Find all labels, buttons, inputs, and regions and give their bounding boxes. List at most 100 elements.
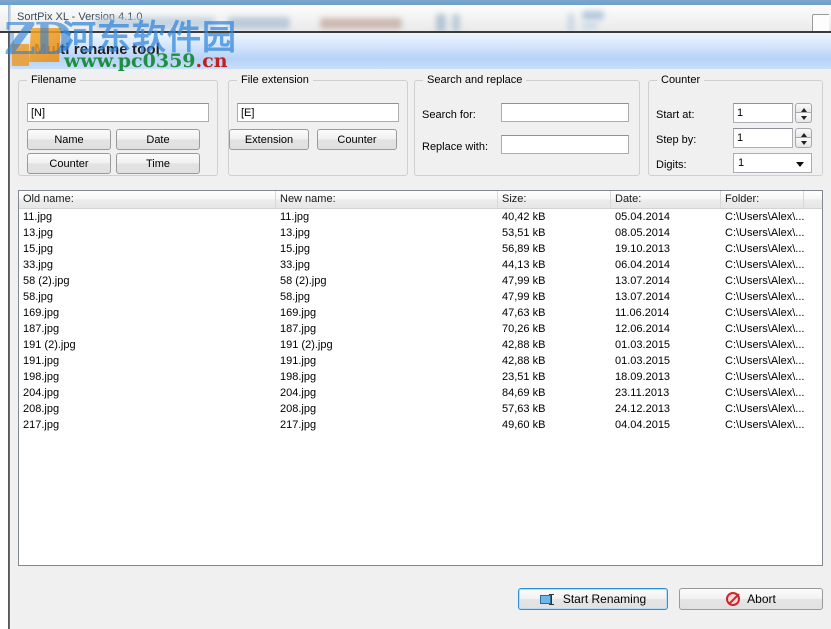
cell-size: 49,60 kB [502,419,546,431]
cell-old-name: 15.jpg [23,243,53,255]
cell-folder: C:\Users\Alex\... [725,387,805,399]
cell-date: 05.04.2014 [615,211,671,223]
extension-pattern-input[interactable] [237,103,399,122]
table-row[interactable]: 208.jpg 208.jpg 57,63 kB 24.12.2013 C:\Users… [19,401,822,417]
extension-insert-extension-button[interactable]: Extension [229,129,309,150]
cell-size: 47,99 kB [502,275,546,287]
table-row[interactable]: 169.jpg 169.jpg 47,63 kB 11.06.2014 C:\Users… [19,305,822,321]
counter-step-spinner[interactable] [795,128,812,148]
cell-size: 23,51 kB [502,371,546,383]
cell-new-name: 191 (2).jpg [280,339,333,351]
counter-start-input[interactable] [733,103,793,123]
search-for-input[interactable] [501,103,629,122]
cell-folder: C:\Users\Alex\... [725,275,805,287]
filename-insert-time-button[interactable]: Time [116,153,200,174]
cell-date: 13.07.2014 [615,291,671,303]
filename-insert-date-button[interactable]: Date [116,129,200,150]
table-row[interactable]: 33.jpg 33.jpg 44,13 kB 06.04.2014 C:\Users\A… [19,257,822,273]
table-row[interactable]: 187.jpg 187.jpg 70,26 kB 12.06.2014 C:\Users… [19,321,822,337]
cell-size: 56,89 kB [502,243,546,255]
column-header-new-name[interactable]: New name: [276,191,498,208]
column-header-spare[interactable] [804,191,822,208]
filename-insert-name-button[interactable]: Name [27,129,111,150]
counter-start-label: Start at: [656,109,695,121]
search-replace-group: Search and replace [414,74,640,176]
cell-new-name: 191.jpg [280,355,317,367]
table-row[interactable]: 58.jpg 58.jpg 47,99 kB 13.07.2014 C:\Users\A… [19,289,822,305]
cell-new-name: 169.jpg [280,307,317,319]
spinner-up-icon[interactable] [795,103,812,113]
cell-old-name: 169.jpg [23,307,60,319]
cell-date: 19.10.2013 [615,243,671,255]
table-row[interactable]: 191 (2).jpg 191 (2).jpg 42,88 kB 01.03.2015… [19,337,822,353]
blurred-region [228,17,290,29]
search-for-label: Search for: [422,109,476,121]
file-extension-group: File extension [228,74,408,176]
file-list[interactable]: Old name: New name: Size: Date: Folder: … [18,190,823,566]
counter-start-spinner[interactable] [795,103,812,123]
extension-insert-counter-button[interactable]: Counter [317,129,397,150]
filename-pattern-input[interactable] [27,103,209,122]
cell-date: 24.12.2013 [615,403,671,415]
table-row[interactable]: 58 (2).jpg 58 (2).jpg 47,99 kB 13.07.2014 C:… [19,273,822,289]
window-outer-margin [0,33,8,629]
start-renaming-button[interactable]: Start Renaming [518,588,668,610]
table-row[interactable]: 204.jpg 204.jpg 84,69 kB 23.11.2013 C:\Users… [19,385,822,401]
table-row[interactable]: 13.jpg 13.jpg 53,51 kB 08.05.2014 C:\Users\A… [19,225,822,241]
cell-new-name: 33.jpg [280,259,310,271]
table-row[interactable]: 11.jpg 11.jpg 40,42 kB 05.04.2014 C:\Users\A… [19,209,822,225]
replace-with-label: Replace with: [422,141,489,153]
spinner-down-icon[interactable] [795,113,812,123]
replace-with-input[interactable] [501,135,629,154]
cell-size: 47,99 kB [502,291,546,303]
cell-old-name: 11.jpg [23,211,53,223]
table-row[interactable]: 217.jpg 217.jpg 49,60 kB 04.04.2015 C:\Users… [19,417,822,433]
cell-date: 08.05.2014 [615,227,671,239]
file-list-body: 11.jpg 11.jpg 40,42 kB 05.04.2014 C:\Users\A… [19,209,822,433]
abort-label: Abort [747,592,776,606]
cell-old-name: 191.jpg [23,355,60,367]
cell-date: 23.11.2013 [615,387,670,399]
cell-folder: C:\Users\Alex\... [725,211,805,223]
table-row[interactable]: 15.jpg 15.jpg 56,89 kB 19.10.2013 C:\Users\A… [19,241,822,257]
cell-old-name: 13.jpg [23,227,53,239]
counter-digits-select[interactable]: 1 [733,153,812,173]
blurred-region [568,13,574,32]
column-header-size[interactable]: Size: [498,191,611,208]
cell-folder: C:\Users\Alex\... [725,419,805,431]
blurred-region [95,17,215,29]
cell-date: 13.07.2014 [615,275,671,287]
table-row[interactable]: 191.jpg 191.jpg 42,88 kB 01.03.2015 C:\Users… [19,353,822,369]
cell-size: 42,88 kB [502,355,546,367]
spinner-down-icon[interactable] [795,138,812,148]
column-header-old-name[interactable]: Old name: [19,191,276,208]
cell-date: 12.06.2014 [615,323,671,335]
column-header-date[interactable]: Date: [611,191,721,208]
abort-button[interactable]: Abort [679,588,823,610]
spinner-up-icon[interactable] [795,128,812,138]
cell-date: 18.09.2013 [615,371,671,383]
table-row[interactable]: 198.jpg 198.jpg 23,51 kB 18.09.2013 C:\Users… [19,369,822,385]
cell-new-name: 208.jpg [280,403,317,415]
cell-folder: C:\Users\Alex\... [725,339,805,351]
column-header-folder[interactable]: Folder: [721,191,804,208]
cell-new-name: 15.jpg [280,243,310,255]
abort-icon [726,592,741,606]
cell-folder: C:\Users\Alex\... [725,403,805,415]
window-control-button[interactable] [812,14,829,32]
cell-size: 42,88 kB [502,339,546,351]
cell-old-name: 208.jpg [23,403,60,415]
counter-digits-label: Digits: [656,159,687,171]
cell-size: 57,63 kB [502,403,546,415]
filename-group-label: Filename [27,74,81,86]
filename-insert-counter-button[interactable]: Counter [27,153,111,174]
cell-date: 01.03.2015 [615,339,671,351]
counter-step-input[interactable] [733,128,793,148]
cell-folder: C:\Users\Alex\... [725,323,805,335]
search-replace-group-label: Search and replace [423,74,527,86]
cell-old-name: 204.jpg [23,387,60,399]
cell-old-name: 198.jpg [23,371,60,383]
cell-size: 84,69 kB [502,387,546,399]
blurred-region [582,11,604,20]
cell-size: 47,63 kB [502,307,546,319]
